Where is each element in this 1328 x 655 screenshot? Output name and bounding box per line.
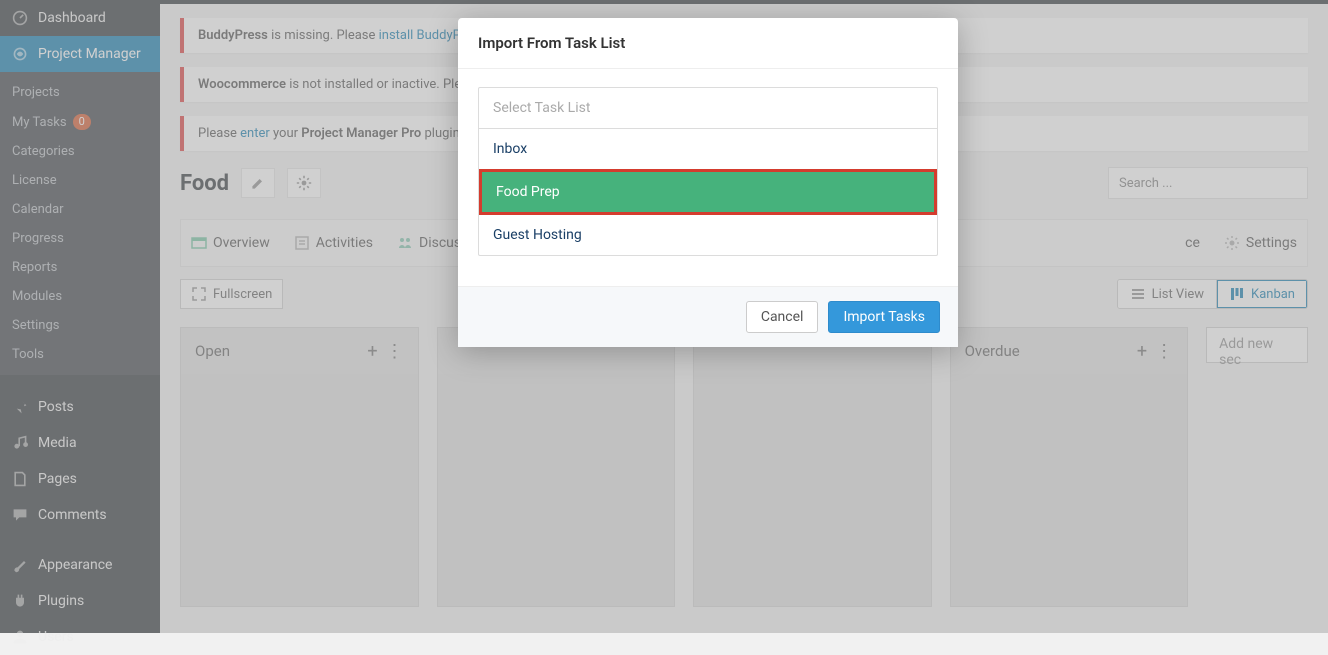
modal-title: Import From Task List: [458, 18, 958, 69]
task-list-select[interactable]: Select Task List Inbox Food Prep Guest H…: [478, 87, 938, 256]
cancel-button[interactable]: Cancel: [746, 301, 819, 333]
import-tasks-button[interactable]: Import Tasks: [828, 301, 940, 333]
select-placeholder: Select Task List: [479, 88, 937, 128]
import-modal: Import From Task List Select Task List I…: [458, 18, 958, 347]
select-options: Inbox Food Prep Guest Hosting: [479, 128, 937, 255]
option-inbox[interactable]: Inbox: [479, 129, 937, 169]
option-food-prep[interactable]: Food Prep: [479, 169, 937, 215]
option-guest-hosting[interactable]: Guest Hosting: [479, 215, 937, 255]
